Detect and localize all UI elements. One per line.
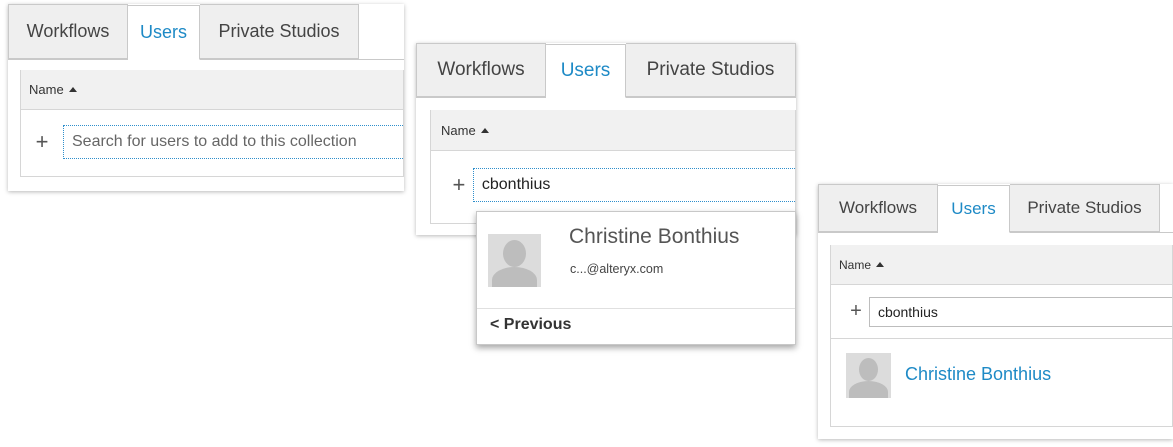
suggestion-user-email: c...@alteryx.com [570, 262, 664, 276]
tab-private-studios[interactable]: Private Studios [200, 4, 359, 59]
users-panel-added: Workflows Users Private Studios Name + C… [818, 184, 1173, 439]
tab-workflows[interactable]: Workflows [416, 43, 546, 97]
table-header: Name [831, 245, 1172, 285]
tab-private-studios[interactable]: Private Studios [1010, 184, 1160, 232]
add-user-plus-icon[interactable]: + [449, 172, 469, 198]
tab-workflows[interactable]: Workflows [818, 184, 938, 232]
sort-ascending-icon [480, 127, 489, 133]
tab-bar: Workflows Users Private Studios [416, 43, 796, 98]
table-header: Name [21, 70, 403, 110]
user-avatar-icon [846, 353, 891, 398]
user-avatar-icon [488, 234, 541, 287]
sort-ascending-icon [68, 87, 77, 93]
name-column-label: Name [441, 122, 476, 138]
users-panel-searching: Workflows Users Private Studios Name + [416, 43, 796, 235]
user-search-input[interactable] [472, 168, 795, 202]
add-user-row: + [21, 110, 403, 174]
sort-ascending-icon [876, 261, 885, 267]
users-panel-empty: Workflows Users Private Studios Name + [8, 4, 404, 191]
table-row[interactable]: Christine Bonthius [831, 339, 1172, 425]
tab-private-studios[interactable]: Private Studios [626, 43, 796, 97]
add-user-plus-icon[interactable]: + [31, 129, 53, 155]
name-column-label: Name [29, 82, 64, 97]
name-column-header[interactable]: Name [29, 82, 77, 97]
add-user-row: + [431, 151, 795, 219]
user-suggestion-dropdown: Christine Bonthius c...@alteryx.com < Pr… [476, 211, 796, 345]
tab-users[interactable]: Users [546, 44, 626, 98]
collection-users-table: Name + [20, 70, 404, 177]
tab-users[interactable]: Users [128, 5, 200, 60]
tab-bar: Workflows Users Private Studios [818, 184, 1173, 233]
table-header: Name [431, 110, 795, 151]
tab-workflows[interactable]: Workflows [8, 4, 128, 59]
collection-users-table: Name + [430, 110, 796, 224]
add-user-plus-icon[interactable]: + [847, 300, 865, 323]
add-user-row: + [831, 285, 1172, 339]
name-column-label: Name [839, 257, 872, 272]
name-column-header[interactable]: Name [441, 123, 489, 138]
tab-bar: Workflows Users Private Studios [8, 4, 404, 60]
added-user-name-link[interactable]: Christine Bonthius [905, 364, 1051, 385]
previous-link[interactable]: < Previous [477, 309, 795, 334]
user-search-input[interactable] [868, 296, 1172, 327]
collection-users-table: Name + Christine Bonthius [830, 245, 1173, 427]
suggestion-item[interactable]: Christine Bonthius c...@alteryx.com [477, 212, 795, 309]
suggestion-user-name: Christine Bonthius [569, 225, 740, 248]
tab-users[interactable]: Users [938, 185, 1010, 233]
user-search-input[interactable] [63, 125, 403, 159]
name-column-header[interactable]: Name [839, 257, 885, 272]
